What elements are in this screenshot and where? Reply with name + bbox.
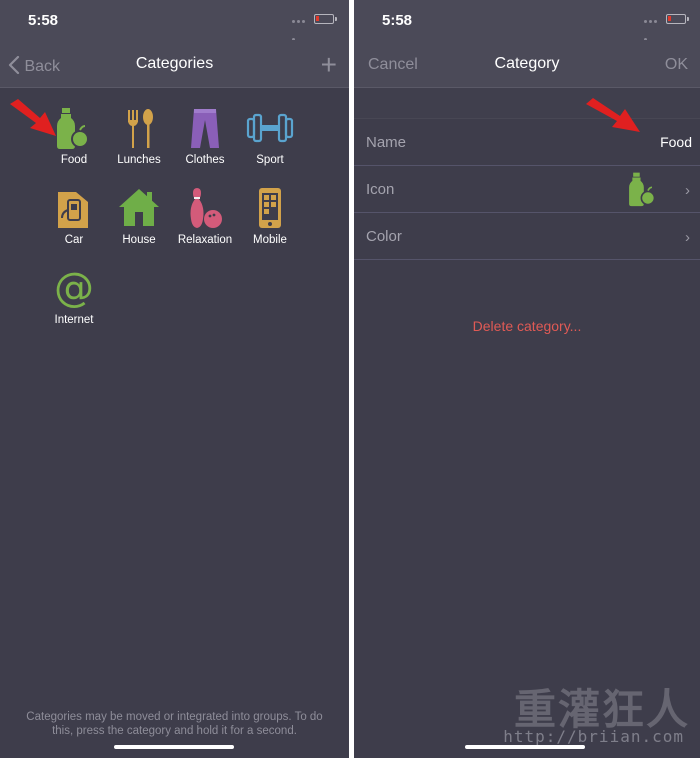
at-sign-icon: @ (54, 266, 94, 310)
ok-button[interactable]: OK (665, 56, 688, 74)
status-time: 5:58 (28, 12, 59, 29)
nav-bar: Cancel Category OK (354, 40, 700, 88)
category-edit-screen: 5:58 Cancel Category OK Name Food Icon ›… (354, 0, 700, 758)
icon-row[interactable]: Icon › (354, 166, 700, 213)
color-row[interactable]: Color › (354, 213, 700, 260)
category-label: Lunches (117, 154, 161, 166)
red-arrow-icon (10, 99, 56, 136)
status-bar: 5:58 (0, 0, 349, 41)
category-label: Clothes (185, 154, 225, 166)
category-label: Sport (256, 154, 284, 166)
red-arrow-icon (586, 98, 640, 132)
category-clothes[interactable]: Clothes (170, 106, 240, 166)
add-button[interactable]: + (321, 49, 337, 81)
delete-category-button[interactable]: Delete category... (354, 318, 700, 334)
page-title: Categories (135, 55, 214, 72)
category-mobile[interactable]: Mobile (235, 186, 305, 246)
category-label: Food (60, 154, 88, 166)
category-relaxation[interactable]: Relaxation (170, 186, 240, 246)
status-time: 5:58 (382, 12, 413, 29)
home-indicator (114, 745, 234, 749)
name-value[interactable]: Food (660, 134, 692, 150)
signal-icon (644, 20, 662, 41)
bowling-icon (190, 188, 222, 228)
footer-note: Categories may be moved or integrated in… (26, 711, 323, 737)
signal-icon (292, 20, 310, 41)
chevron-right-icon: › (685, 182, 690, 199)
battery-icon (666, 14, 689, 24)
category-label: Relaxation (177, 234, 233, 246)
page-title: Category (494, 55, 560, 72)
chevron-right-icon: › (685, 229, 690, 246)
mobile-phone-icon (259, 188, 281, 228)
category-lunches[interactable]: Lunches (104, 106, 174, 166)
nav-bar: Back Categories + (0, 40, 349, 88)
watermark-url: http://briian.com (503, 727, 684, 746)
category-house[interactable]: House (104, 186, 174, 246)
category-label: House (122, 234, 156, 246)
color-label: Color (366, 228, 402, 245)
category-car[interactable]: Car (39, 186, 109, 246)
category-label: Mobile (253, 234, 287, 246)
svg-text:@: @ (54, 266, 94, 310)
name-row[interactable]: Name Food (354, 119, 700, 166)
fork-spoon-icon (128, 109, 153, 148)
icon-label: Icon (366, 181, 395, 198)
watermark: 重灌狂人 http://briian.com (490, 676, 690, 746)
status-bar: 5:58 (354, 0, 700, 41)
dumbbell-icon (246, 113, 294, 143)
category-sport[interactable]: Sport (235, 106, 305, 166)
category-internet[interactable]: @ Internet (39, 266, 109, 326)
pants-icon (191, 109, 219, 148)
home-indicator (465, 745, 585, 749)
food-icon (629, 172, 656, 207)
section-spacer (354, 88, 700, 119)
fuel-canister-icon (58, 192, 88, 228)
battery-icon (314, 14, 337, 24)
category-label: Car (64, 234, 84, 246)
food-icon (57, 108, 89, 149)
categories-screen: 5:58 Back Categories + Food Lunches Clot… (0, 0, 349, 758)
house-icon (119, 189, 159, 226)
category-label: Internet (54, 314, 94, 326)
name-label: Name (366, 134, 407, 151)
